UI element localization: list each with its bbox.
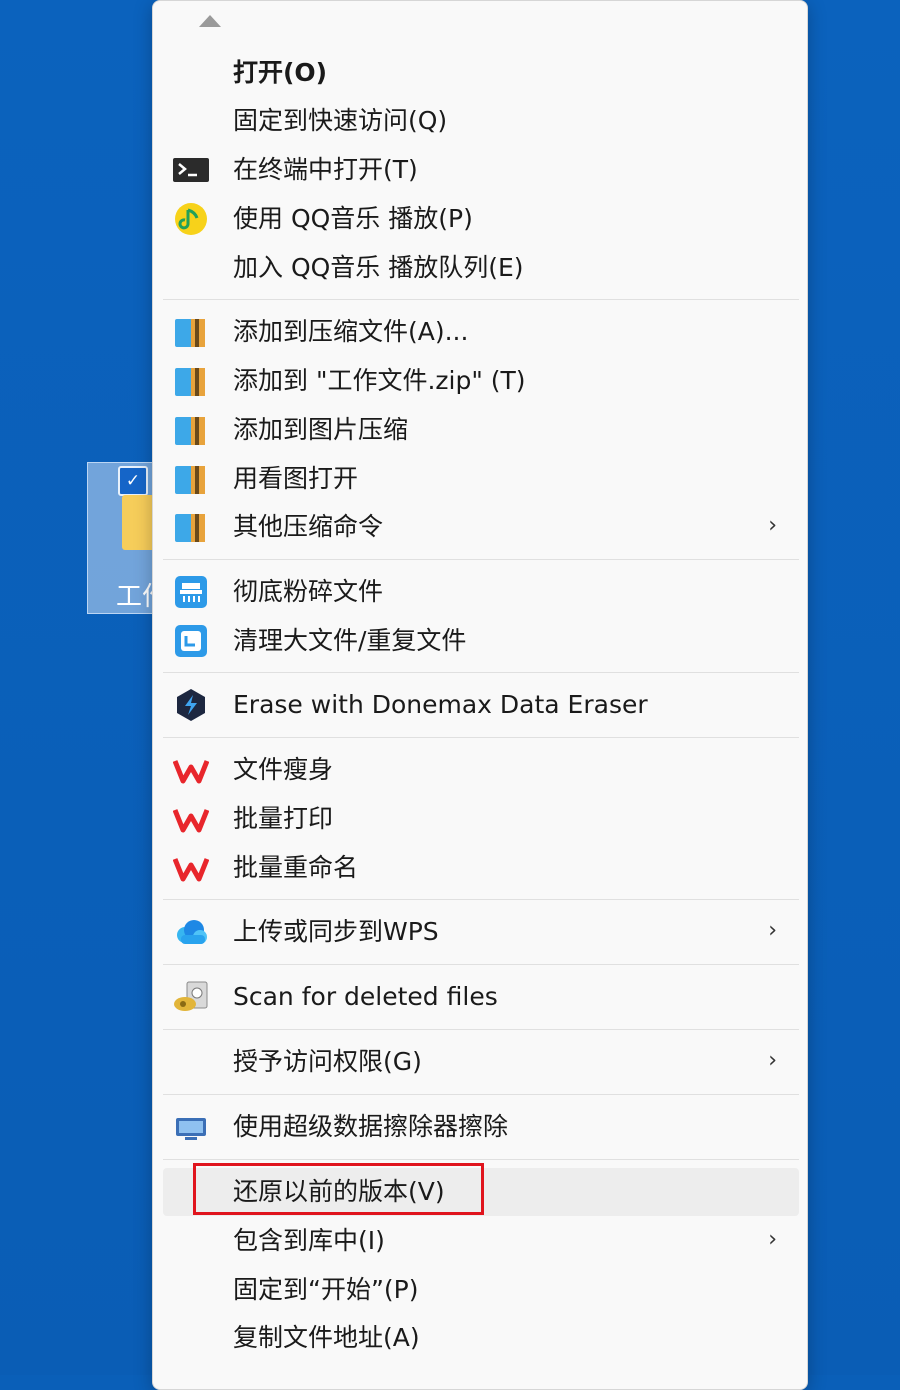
scroll-up-arrow-icon[interactable] bbox=[199, 15, 221, 27]
menu-item-add-to-archive[interactable]: 添加到压缩文件(A)... bbox=[163, 308, 799, 356]
menu-item-label: 清理大文件/重复文件 bbox=[233, 626, 467, 655]
wps-icon bbox=[173, 858, 209, 882]
menu-item-include-library[interactable]: 包含到库中(I) › bbox=[163, 1217, 799, 1265]
terminal-icon bbox=[173, 158, 209, 182]
archive-icon bbox=[173, 315, 209, 349]
donemax-icon bbox=[177, 689, 205, 721]
menu-item-label: 批量重命名 bbox=[233, 853, 359, 882]
menu-item-label: 打开(O) bbox=[233, 58, 328, 87]
cleanup-icon bbox=[175, 625, 207, 657]
shredder-icon bbox=[175, 576, 207, 608]
annotation-highlight-box bbox=[193, 1163, 484, 1215]
archive-icon bbox=[173, 462, 209, 496]
menu-item-open[interactable]: 打开(O) bbox=[163, 49, 799, 97]
archive-icon bbox=[173, 364, 209, 398]
menu-item-open-terminal[interactable]: 在终端中打开(T) bbox=[163, 146, 799, 194]
eraser-icon bbox=[176, 1118, 206, 1140]
menu-item-label: 添加到 "工作文件.zip" (T) bbox=[233, 366, 526, 395]
menu-item-open-with-viewer[interactable]: 用看图打开 bbox=[163, 455, 799, 503]
menu-item-label: 固定到“开始”(P) bbox=[233, 1275, 419, 1304]
menu-separator bbox=[163, 1029, 799, 1030]
menu-item-batch-rename[interactable]: 批量重命名 bbox=[163, 844, 799, 892]
menu-item-grant-access[interactable]: 授予访问权限(G) › bbox=[163, 1038, 799, 1086]
chevron-right-icon: › bbox=[768, 918, 777, 943]
menu-item-label: 添加到图片压缩 bbox=[233, 415, 409, 444]
menu-item-upload-wps[interactable]: 上传或同步到WPS › bbox=[163, 908, 799, 956]
menu-item-super-eraser[interactable]: 使用超级数据擦除器擦除 bbox=[163, 1103, 799, 1151]
menu-item-file-slim[interactable]: 文件瘦身 bbox=[163, 746, 799, 794]
scan-icon bbox=[174, 981, 208, 1011]
menu-item-label: 上传或同步到WPS bbox=[233, 917, 439, 946]
menu-separator bbox=[163, 899, 799, 900]
menu-item-label: 包含到库中(I) bbox=[233, 1226, 385, 1255]
menu-item-pin-quick-access[interactable]: 固定到快速访问(Q) bbox=[163, 97, 799, 145]
menu-item-label: 文件瘦身 bbox=[233, 755, 334, 784]
menu-separator bbox=[163, 1094, 799, 1095]
menu-item-label: 其他压缩命令 bbox=[233, 512, 384, 541]
menu-item-label: Scan for deleted files bbox=[233, 982, 498, 1011]
menu-item-pin-start[interactable]: 固定到“开始”(P) bbox=[163, 1266, 799, 1314]
menu-separator bbox=[163, 559, 799, 560]
menu-separator bbox=[163, 1159, 799, 1160]
menu-item-label: 添加到压缩文件(A)... bbox=[233, 317, 469, 346]
chevron-right-icon: › bbox=[768, 513, 777, 538]
menu-item-image-compress[interactable]: 添加到图片压缩 bbox=[163, 406, 799, 454]
menu-item-batch-print[interactable]: 批量打印 bbox=[163, 795, 799, 843]
menu-item-qq-music-play[interactable]: 使用 QQ音乐 播放(P) bbox=[163, 195, 799, 243]
menu-item-add-to-zip[interactable]: 添加到 "工作文件.zip" (T) bbox=[163, 357, 799, 405]
menu-item-label: 用看图打开 bbox=[233, 464, 359, 493]
qq-music-icon bbox=[175, 203, 207, 235]
menu-separator bbox=[163, 299, 799, 300]
menu-item-other-compress[interactable]: 其他压缩命令 › bbox=[163, 503, 799, 551]
menu-item-label: 授予访问权限(G) bbox=[233, 1047, 422, 1076]
menu-separator bbox=[163, 737, 799, 738]
menu-item-label: 批量打印 bbox=[233, 804, 334, 833]
wps-icon bbox=[173, 760, 209, 784]
chevron-right-icon: › bbox=[768, 1227, 777, 1252]
menu-separator bbox=[163, 964, 799, 965]
menu-item-label: 使用超级数据擦除器擦除 bbox=[233, 1112, 509, 1141]
menu-item-label: 复制文件地址(A) bbox=[233, 1323, 420, 1352]
menu-item-label: 使用 QQ音乐 播放(P) bbox=[233, 204, 473, 233]
menu-item-donemax-erase[interactable]: Erase with Donemax Data Eraser bbox=[163, 681, 799, 729]
menu-item-qq-music-queue[interactable]: 加入 QQ音乐 播放队列(E) bbox=[163, 244, 799, 292]
menu-item-scan-deleted[interactable]: Scan for deleted files bbox=[163, 973, 799, 1021]
menu-item-label: Erase with Donemax Data Eraser bbox=[233, 690, 648, 719]
menu-item-label: 在终端中打开(T) bbox=[233, 155, 418, 184]
menu-item-label: 彻底粉碎文件 bbox=[233, 577, 384, 606]
cloud-icon bbox=[177, 920, 207, 944]
menu-item-label: 加入 QQ音乐 播放队列(E) bbox=[233, 253, 524, 282]
menu-item-copy-path[interactable]: 复制文件地址(A) bbox=[163, 1314, 799, 1362]
wps-icon bbox=[173, 809, 209, 833]
archive-icon bbox=[173, 510, 209, 544]
selection-checkbox[interactable]: ✓ bbox=[118, 466, 148, 496]
menu-item-label: 固定到快速访问(Q) bbox=[233, 106, 448, 135]
menu-separator bbox=[163, 672, 799, 673]
menu-item-clean-large-files[interactable]: 清理大文件/重复文件 bbox=[163, 617, 799, 665]
menu-item-shred-file[interactable]: 彻底粉碎文件 bbox=[163, 568, 799, 616]
archive-icon bbox=[173, 413, 209, 447]
chevron-right-icon: › bbox=[768, 1048, 777, 1073]
